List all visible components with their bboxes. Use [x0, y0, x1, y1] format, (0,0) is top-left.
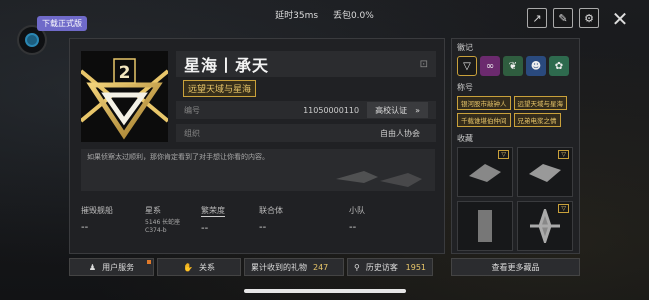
stat-union: 联合体 -- — [259, 205, 283, 233]
collection-item[interactable]: ▽ — [517, 201, 573, 251]
share-button[interactable]: ↗ — [527, 8, 547, 28]
stat-squad-value: -- — [349, 222, 357, 233]
notification-dot — [147, 260, 151, 264]
current-title-badge[interactable]: 远望天域与星海 — [183, 80, 257, 97]
title-chip[interactable]: 远望天域与星海 — [513, 96, 567, 110]
org-row: 组织 自由人协会 — [176, 124, 436, 142]
cert-label: 高校认证 — [375, 105, 408, 115]
relations-button[interactable]: ✋ 关系 — [157, 258, 241, 276]
name-row: 星海丨承天 ⊡ — [176, 51, 436, 77]
stat-prosperity[interactable]: 繁荣度 -- — [201, 205, 225, 234]
collection-heading: 收藏 — [457, 134, 473, 143]
rank-emblem-icon[interactable]: ▽ — [457, 56, 477, 76]
packet-loss-text: 丢包0.0% — [332, 11, 374, 21]
edit-button[interactable]: ✎ — [553, 8, 573, 28]
profile-panel: 2 星海丨承天 ⊡ 远望天域与星海 编号 11050000110 高校认证 » … — [69, 38, 445, 254]
badge-list: ▽ ∞ ❦ ☻ ✿ — [457, 56, 574, 76]
id-value: 11050000110 — [303, 105, 360, 115]
rank-tag-icon: ▽ — [498, 150, 509, 159]
org-label: 组织 — [184, 128, 200, 138]
gifts-count: 247 — [313, 262, 329, 272]
svg-text:2: 2 — [119, 63, 131, 83]
sprout-icon[interactable]: ✿ — [549, 56, 569, 76]
close-button[interactable]: ✕ — [605, 7, 635, 31]
edit-icon: ✎ — [558, 11, 568, 25]
stats-row: 摧毁舰船 -- 星系 5146 长蛇座 C374-b 繁荣度 -- 联合体 --… — [81, 205, 435, 245]
ship-model-icon — [469, 164, 501, 182]
stat-galaxy-line2: C374-b — [145, 227, 167, 234]
visitors-count: 1951 — [405, 262, 426, 272]
title-list: 银河股市敲钟人 远望天域与星海 千载谁堪伯仲间 兄弟电浆之情 — [457, 96, 574, 127]
chevron-right-icon: » — [415, 105, 420, 115]
search-icon: ⚲ — [354, 262, 360, 272]
more-collection-label: 查看更多藏品 — [491, 262, 540, 272]
more-collection-button[interactable]: 查看更多藏品 — [451, 258, 580, 276]
armor-model-icon — [478, 210, 492, 242]
collection-item[interactable]: ▽ — [517, 147, 573, 197]
rank-emblem: 2 — [79, 51, 170, 142]
title-chip[interactable]: 兄弟电浆之情 — [513, 113, 561, 127]
latency-text: 延时35ms — [275, 11, 319, 21]
user-service-label: 用户服务 — [102, 262, 135, 272]
titles-heading: 称号 — [457, 83, 473, 92]
stat-squad: 小队 -- — [349, 205, 365, 233]
stat-prosperity-value: -- — [201, 223, 209, 234]
visitors-label: 历史访客 — [365, 262, 398, 272]
gifts-label: 累计收到的礼物 — [251, 262, 307, 272]
player-name: 星海丨承天 — [184, 56, 270, 75]
stat-union-label: 联合体 — [259, 206, 283, 215]
stat-union-value: -- — [259, 222, 267, 233]
assistant-dot-icon — [25, 33, 39, 47]
honors-panel: 徽记 ▽ ∞ ❦ ☻ ✿ 称号 银河股市敲钟人 远望天域与星海 千载谁堪伯仲间 … — [451, 38, 580, 254]
visitors-button[interactable]: ⚲ 历史访客 1951 — [347, 258, 433, 276]
id-label: 编号 — [184, 105, 200, 115]
top-toolbar: ↗ ✎ ⚙ ✕ — [527, 7, 635, 31]
bottom-bar: ♟ 用户服务 ✋ 关系 累计收到的礼物 247 ⚲ 历史访客 1951 查看更多… — [69, 258, 580, 276]
handshake-icon: ✋ — [183, 262, 193, 272]
collection-item[interactable]: ▽ — [457, 147, 513, 197]
face-icon[interactable]: ☻ — [526, 56, 546, 76]
station-model-icon — [530, 209, 560, 243]
share-icon: ↗ — [532, 11, 542, 25]
ships-decoration — [336, 171, 422, 187]
org-value[interactable]: 自由人协会 — [380, 128, 420, 139]
home-indicator[interactable] — [244, 289, 406, 293]
stat-galaxy-label: 星系 — [145, 206, 161, 215]
badges-heading: 徽记 — [457, 43, 473, 52]
university-cert-button[interactable]: 高校认证 » — [367, 102, 428, 118]
rename-icon[interactable]: ⊡ — [420, 59, 428, 70]
stat-galaxy-line1: 5146 长蛇座 — [145, 219, 181, 226]
rank-tag-icon: ▽ — [558, 150, 569, 159]
ship-model-icon — [529, 164, 561, 182]
chain-icon[interactable]: ∞ — [480, 56, 500, 76]
stat-squad-label: 小队 — [349, 206, 365, 215]
collection-item[interactable] — [457, 201, 513, 251]
rank-emblem-icon: 2 — [79, 51, 170, 142]
stat-destroyed-value: -- — [81, 222, 89, 233]
relations-label: 关系 — [198, 262, 215, 272]
gifts-received[interactable]: 累计收到的礼物 247 — [244, 258, 344, 276]
signature-text: 如果侦察太过顺利，那你肯定看到了对手想让你看的内容。 — [87, 153, 269, 161]
stat-destroyed: 摧毁舰船 -- — [81, 205, 113, 233]
collection-grid: ▽ ▽ ▽ — [457, 147, 574, 251]
gear-icon: ⚙ — [584, 11, 594, 25]
title-chip[interactable]: 银河股市敲钟人 — [457, 96, 511, 110]
user-icon: ♟ — [88, 262, 97, 272]
rank-tag-icon: ▽ — [558, 204, 569, 213]
stat-destroyed-label: 摧毁舰船 — [81, 206, 113, 215]
user-service-button[interactable]: ♟ 用户服务 — [69, 258, 154, 276]
settings-button[interactable]: ⚙ — [579, 8, 599, 28]
stat-galaxy: 星系 5146 长蛇座 C374-b — [145, 205, 180, 235]
title-chip[interactable]: 千载谁堪伯仲间 — [457, 113, 511, 127]
id-row: 编号 11050000110 高校认证 » — [176, 101, 436, 119]
wreath-icon[interactable]: ❦ — [503, 56, 523, 76]
stat-prosperity-label: 繁荣度 — [201, 206, 225, 217]
download-official-badge[interactable]: 下载正式版 — [37, 16, 87, 31]
close-icon: ✕ — [611, 7, 629, 31]
